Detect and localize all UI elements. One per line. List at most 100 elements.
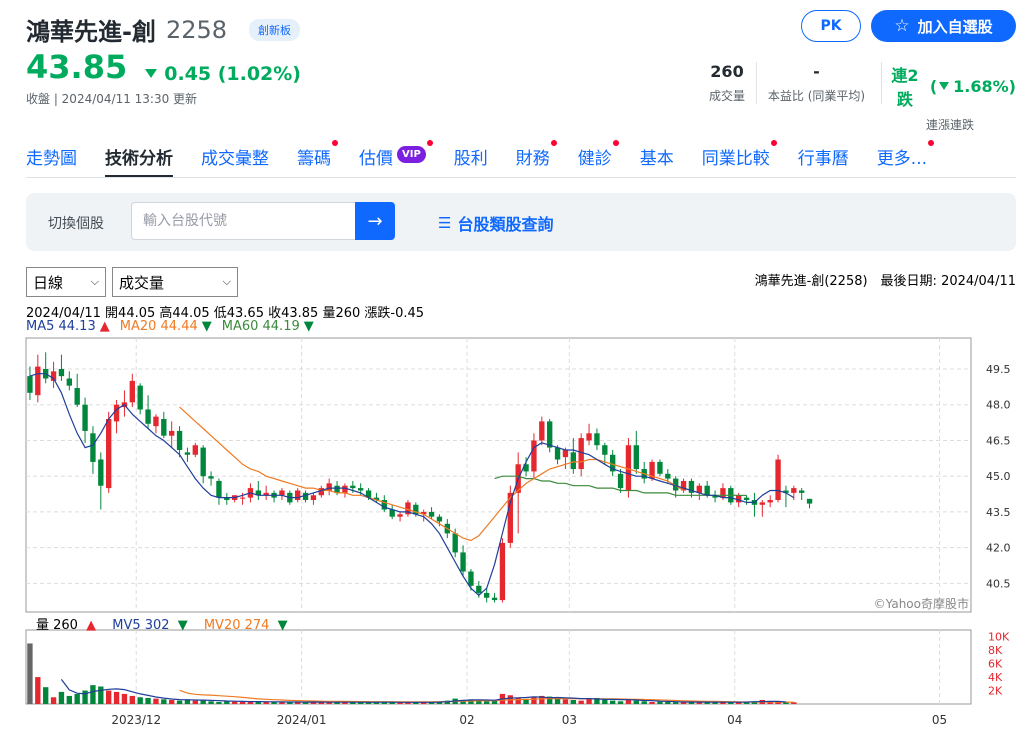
- streak-percent: 1.68%): [953, 76, 1016, 96]
- volume-bar: [145, 697, 151, 704]
- chart-title: 鴻華先進-創(2258) 最後日期: 2024/04/11: [754, 274, 1016, 289]
- volume-bar: [539, 695, 545, 704]
- tab-4[interactable]: 估價 VIP: [359, 140, 433, 177]
- volume-bar: [767, 701, 773, 704]
- volume-bar: [484, 701, 490, 704]
- price-tick-label: 45.0: [986, 470, 1011, 483]
- volume-bar: [468, 699, 474, 704]
- volume-bar: [602, 699, 608, 704]
- volume-bar: [43, 687, 49, 704]
- star-icon: ☆: [894, 16, 910, 36]
- volume-bar: [161, 699, 167, 704]
- tab-9[interactable]: 同業比較: [701, 140, 777, 177]
- mv20-legend: MV20 274: [203, 618, 270, 633]
- candle-body: [106, 419, 112, 489]
- volume-bar: [696, 702, 702, 704]
- volume-bar: [176, 700, 183, 704]
- down-arrow-icon: ▼: [177, 618, 188, 633]
- stock-code: 2258: [165, 15, 228, 44]
- volume-bar: [50, 697, 57, 704]
- candle-body: [50, 371, 57, 381]
- volume-bar: [421, 702, 427, 704]
- volume-bar: [192, 700, 198, 704]
- candle-body: [421, 511, 427, 515]
- tab-2[interactable]: 成交彙整: [201, 140, 269, 177]
- volume-bar: [224, 701, 230, 704]
- volume-bar: [617, 701, 624, 704]
- streak-open-paren: (: [929, 76, 938, 96]
- candle-body: [397, 514, 403, 517]
- candle-body: [657, 461, 663, 474]
- candle-body: [751, 500, 758, 505]
- date-tick-label: 2023/12: [111, 713, 161, 727]
- date-tick-label: 04: [727, 713, 742, 727]
- candle-body: [389, 509, 395, 517]
- tab-8[interactable]: 基本: [640, 140, 674, 177]
- tab-3[interactable]: 籌碼: [297, 140, 338, 177]
- volume-bar: [113, 691, 120, 704]
- volume-legend: 量 260 ▲ MV5 302 ▼ MV20 274 ▼: [36, 614, 292, 633]
- volume-bar: [547, 696, 553, 704]
- candle-body: [43, 368, 49, 379]
- tab-1[interactable]: 技術分析: [105, 140, 173, 177]
- category-query-link[interactable]: ☰ 台股類股查詢: [438, 211, 553, 235]
- volume-bar: [169, 699, 175, 704]
- stat-volume-label: 成交量: [708, 89, 745, 103]
- volume-bar: [428, 701, 435, 704]
- candle-body: [200, 447, 206, 477]
- streak-label: 連漲連跌: [925, 118, 974, 132]
- tab-5[interactable]: 股利: [454, 140, 488, 177]
- candle-body: [799, 490, 805, 493]
- chevron-down-icon: ⌵: [90, 275, 99, 288]
- candle-body: [153, 416, 159, 427]
- tab-6[interactable]: 財務: [516, 140, 557, 177]
- volume-bar: [673, 702, 679, 704]
- chevron-down-icon: ⌵: [222, 275, 231, 288]
- market-badge[interactable]: 創新板: [249, 18, 301, 41]
- tab-label: 技術分析: [105, 149, 173, 169]
- volume-bar: [570, 699, 576, 704]
- price-tick-label: 43.5: [986, 506, 1011, 519]
- stock-code-input[interactable]: [131, 202, 356, 240]
- down-arrow-icon: [939, 82, 950, 90]
- candle-body: [665, 473, 671, 479]
- add-watchlist-label: 加入自選股: [917, 17, 993, 36]
- stat-pe-value: -: [813, 62, 820, 81]
- search-submit-button[interactable]: →: [355, 202, 395, 240]
- candle-body: [554, 447, 561, 460]
- tab-10[interactable]: 行事曆: [798, 140, 849, 177]
- indicator-select[interactable]: 成交量 ⌵: [112, 267, 238, 297]
- volume-bar: [743, 702, 750, 704]
- price-plot-frame: [25, 337, 972, 613]
- pk-button[interactable]: PK: [801, 10, 861, 42]
- candle-body: [373, 497, 380, 501]
- volume-bar: [302, 702, 309, 704]
- tab-0[interactable]: 走勢圖: [26, 140, 77, 177]
- volume-bar: [491, 699, 498, 704]
- candle-body: [66, 378, 72, 386]
- volume-bar: [82, 690, 88, 704]
- volume-bar: [98, 686, 104, 704]
- tab-7[interactable]: 健診: [578, 140, 619, 177]
- tab-label: 同業比較: [701, 149, 770, 169]
- mv5-line: [60, 679, 786, 703]
- tab-11[interactable]: 更多...: [877, 140, 935, 177]
- volume-bar: [66, 695, 72, 704]
- volume-bar: [751, 701, 758, 704]
- stock-name: 鴻華先進-創: [26, 18, 156, 46]
- switch-stock-label: 切換個股: [48, 216, 104, 232]
- add-watchlist-button[interactable]: ☆ 加入自選股: [871, 10, 1016, 42]
- candle-body: [791, 488, 797, 493]
- volume-bar: [641, 701, 647, 704]
- candle-body: [641, 469, 647, 479]
- period-select[interactable]: 日線 ⌵: [26, 267, 106, 297]
- candle-body: [381, 500, 387, 510]
- candle-body: [531, 440, 537, 472]
- candle-body: [169, 430, 175, 436]
- volume-bar: [397, 702, 403, 704]
- stat-volume-value: 260: [710, 62, 744, 81]
- volume-tick-label: 6K: [988, 658, 1003, 671]
- candle-body: [775, 459, 781, 501]
- candle-body: [255, 490, 261, 496]
- volume-bar: [625, 699, 632, 704]
